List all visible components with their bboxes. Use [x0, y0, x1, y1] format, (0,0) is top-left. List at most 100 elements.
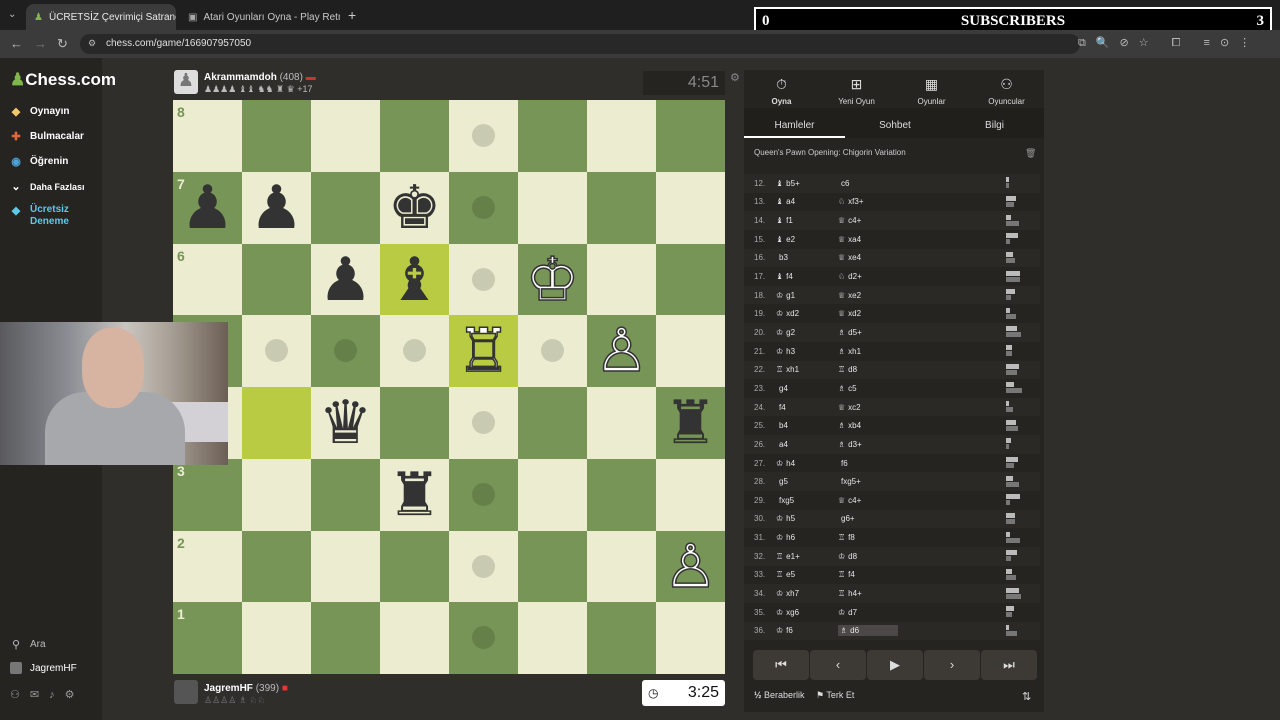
white-move[interactable]: ♖ e1+ — [776, 552, 838, 561]
piece-c4[interactable]: ♛ — [311, 387, 380, 459]
piece-d6[interactable]: ♝ — [380, 244, 449, 316]
square-b6[interactable] — [242, 243, 311, 316]
white-move[interactable]: b3 — [776, 253, 838, 262]
white-move[interactable]: ♔ h3 — [776, 347, 838, 356]
square-b3[interactable] — [242, 458, 311, 531]
square-c8[interactable] — [311, 100, 380, 172]
black-move[interactable]: ♕ xe4 — [838, 253, 898, 262]
tab-search-icon[interactable]: ⌄ — [8, 9, 16, 20]
board-settings-icon[interactable]: ⚙ — [730, 71, 740, 84]
square-b4[interactable] — [242, 387, 311, 459]
square-g4[interactable] — [587, 387, 656, 459]
white-move[interactable]: ♔ xd2 — [776, 309, 838, 318]
legal-move-dot[interactable] — [472, 411, 495, 434]
sidebar-item-more[interactable]: ⌄ Daha Fazlası — [10, 180, 84, 193]
square-d8[interactable] — [380, 100, 449, 172]
black-move[interactable]: ♕ xc2 — [838, 403, 898, 412]
black-move[interactable]: ♕ xa4 — [838, 235, 898, 244]
square-b2[interactable] — [242, 530, 311, 603]
browser-tab[interactable]: ▣ Atari Oyunları Oyna - Play Retro ✕ — [180, 4, 340, 30]
black-move[interactable]: ♗ xh1 — [838, 347, 898, 356]
square-f7[interactable] — [518, 171, 587, 244]
legal-move-dot[interactable] — [472, 482, 495, 506]
legal-move-dot[interactable] — [472, 267, 495, 291]
next-move-button[interactable]: › — [924, 650, 980, 680]
forward-icon[interactable]: → — [34, 36, 47, 51]
square-h7[interactable] — [656, 171, 725, 244]
chess-logo[interactable]: ♟Chess.com — [10, 70, 116, 90]
black-move[interactable]: fxg5+ — [838, 477, 898, 486]
piece-c6[interactable]: ♟ — [311, 244, 380, 316]
white-move[interactable]: ♔ g2 — [776, 328, 838, 337]
white-move[interactable]: fxg5 — [776, 496, 838, 505]
black-move[interactable]: ♖ d8 — [838, 365, 898, 374]
white-move[interactable]: ♝ a4 — [776, 197, 838, 206]
square-c2[interactable] — [311, 530, 380, 603]
black-move[interactable]: ♗ d6 — [838, 625, 898, 637]
square-g7[interactable] — [587, 171, 656, 244]
square-c7[interactable] — [311, 171, 380, 244]
sidebar-item-free-trial[interactable]: ◆ Ücretsiz Deneme — [10, 204, 69, 228]
top-player-info[interactable]: Akrammamdoh (408) ▬ — [204, 72, 316, 83]
black-move[interactable]: ♕ c4+ — [838, 496, 898, 505]
square-f2[interactable] — [518, 530, 587, 603]
square-d2[interactable] — [380, 530, 449, 603]
white-move[interactable]: g5 — [776, 477, 838, 486]
white-move[interactable]: ♔ xg6 — [776, 608, 838, 617]
piece-e5[interactable]: ♖ — [449, 315, 518, 388]
piece-d3[interactable]: ♜ — [380, 459, 449, 531]
panel-tab-board[interactable]: ▦ Oyunlar — [894, 76, 969, 106]
square-g2[interactable] — [587, 530, 656, 603]
square-f3[interactable] — [518, 458, 587, 531]
white-move[interactable]: ♝ b5+ — [776, 179, 838, 188]
resign-button[interactable]: ⚑ Terk Et — [816, 690, 854, 701]
square-g3[interactable] — [587, 458, 656, 531]
piece-h2[interactable]: ♙ — [656, 531, 725, 603]
first-move-button[interactable]: ⏮ — [753, 650, 809, 680]
piece-g5[interactable]: ♙ — [587, 315, 656, 388]
black-move[interactable]: g6+ — [838, 514, 898, 523]
white-move[interactable]: ♝ e2 — [776, 235, 838, 244]
black-move[interactable]: ♘ d2+ — [838, 272, 898, 281]
draw-button[interactable]: ½ Beraberlik — [754, 690, 805, 700]
piece-d7[interactable]: ♚ — [380, 172, 449, 244]
piece-h4[interactable]: ♜ — [656, 387, 725, 459]
sidebar-user[interactable]: JagremHF — [10, 662, 77, 674]
reload-icon[interactable]: ↻ — [57, 36, 68, 52]
black-move[interactable]: ♖ h4+ — [838, 589, 898, 598]
white-move[interactable]: ♖ e5 — [776, 570, 838, 579]
black-move[interactable]: f6 — [838, 459, 898, 468]
previous-move-button[interactable]: ‹ — [810, 650, 866, 680]
bottom-player-info[interactable]: JagremHF (399) ■ — [204, 683, 288, 694]
top-player-avatar[interactable]: ♟ — [174, 70, 198, 94]
white-move[interactable]: b4 — [776, 421, 838, 430]
square-h8[interactable] — [656, 100, 725, 172]
white-move[interactable]: ♝ f1 — [776, 216, 838, 225]
site-info-icon[interactable]: ⚙ — [88, 38, 96, 49]
black-move[interactable]: ♘ xf3+ — [838, 197, 898, 206]
sidebar-item-play[interactable]: ◆ Oynayın — [10, 105, 70, 118]
black-move[interactable]: ♕ c4+ — [838, 216, 898, 225]
legal-move-dot[interactable] — [472, 195, 495, 219]
white-move[interactable]: ♔ xh7 — [776, 589, 838, 598]
black-move[interactable]: ♗ c5 — [838, 384, 898, 393]
square-h3[interactable] — [656, 458, 725, 531]
square-g8[interactable] — [587, 100, 656, 172]
chessboard[interactable]: ♟♟♚♟♝♔♖♙♛♜♜♙87654321abcdefgh — [173, 100, 725, 674]
sidebar-bottom-icons[interactable]: ⚇✉♪⚙ — [10, 688, 84, 701]
sidebar-item-puzzles[interactable]: ✚ Bulmacalar — [10, 130, 84, 143]
piece-b7[interactable]: ♟ — [242, 172, 311, 244]
white-move[interactable]: ♖ xh1 — [776, 365, 838, 374]
tab-chat[interactable]: Sohbet — [845, 116, 945, 142]
square-g6[interactable] — [587, 243, 656, 316]
sidebar-item-learn[interactable]: ◉ Öğrenin — [10, 155, 68, 168]
black-move[interactable]: ♕ xe2 — [838, 291, 898, 300]
bottom-player-avatar[interactable] — [174, 680, 198, 704]
white-move[interactable]: a4 — [776, 440, 838, 449]
play-moves-button[interactable]: ▶ — [867, 650, 923, 680]
square-b8[interactable] — [242, 100, 311, 172]
panel-tab-players[interactable]: ⚇ Oyuncular — [969, 76, 1044, 106]
square-h5[interactable] — [656, 315, 725, 387]
piece-f6[interactable]: ♔ — [518, 244, 587, 316]
black-move[interactable]: ♖ f4 — [838, 570, 898, 579]
